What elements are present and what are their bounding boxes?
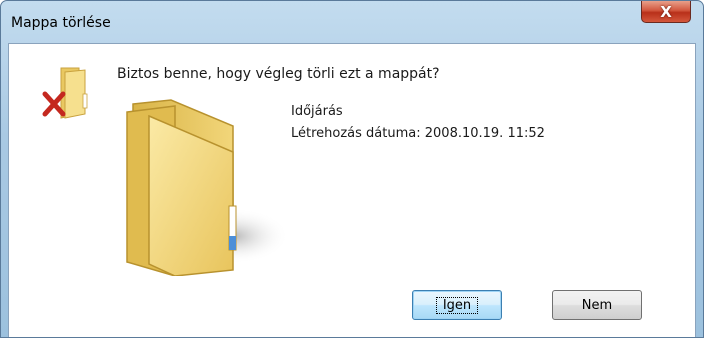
dialog-title: Mappa törlése	[11, 15, 111, 31]
no-button[interactable]: Nem	[552, 290, 642, 320]
folder-created-date: Létrehozás dátuma: 2008.10.19. 11:52	[291, 126, 545, 141]
folder-icon	[126, 99, 289, 276]
no-button-label: Nem	[581, 297, 613, 313]
close-button[interactable]: X	[641, 1, 691, 23]
folder-name: Időjárás	[291, 104, 343, 119]
delete-folder-dialog: Mappa törlése X Biztos benne, hogy végle…	[0, 0, 704, 338]
red-x-icon	[42, 91, 66, 117]
delete-folder-icon	[42, 67, 88, 119]
yes-button-label: Igen	[435, 296, 479, 314]
yes-button[interactable]: Igen	[412, 290, 502, 320]
close-icon: X	[660, 3, 672, 21]
confirm-question: Biztos benne, hogy végleg törli ezt a ma…	[117, 66, 440, 82]
titlebar[interactable]: Mappa törlése X	[1, 1, 703, 43]
dialog-content: Biztos benne, hogy végleg törli ezt a ma…	[8, 43, 696, 337]
